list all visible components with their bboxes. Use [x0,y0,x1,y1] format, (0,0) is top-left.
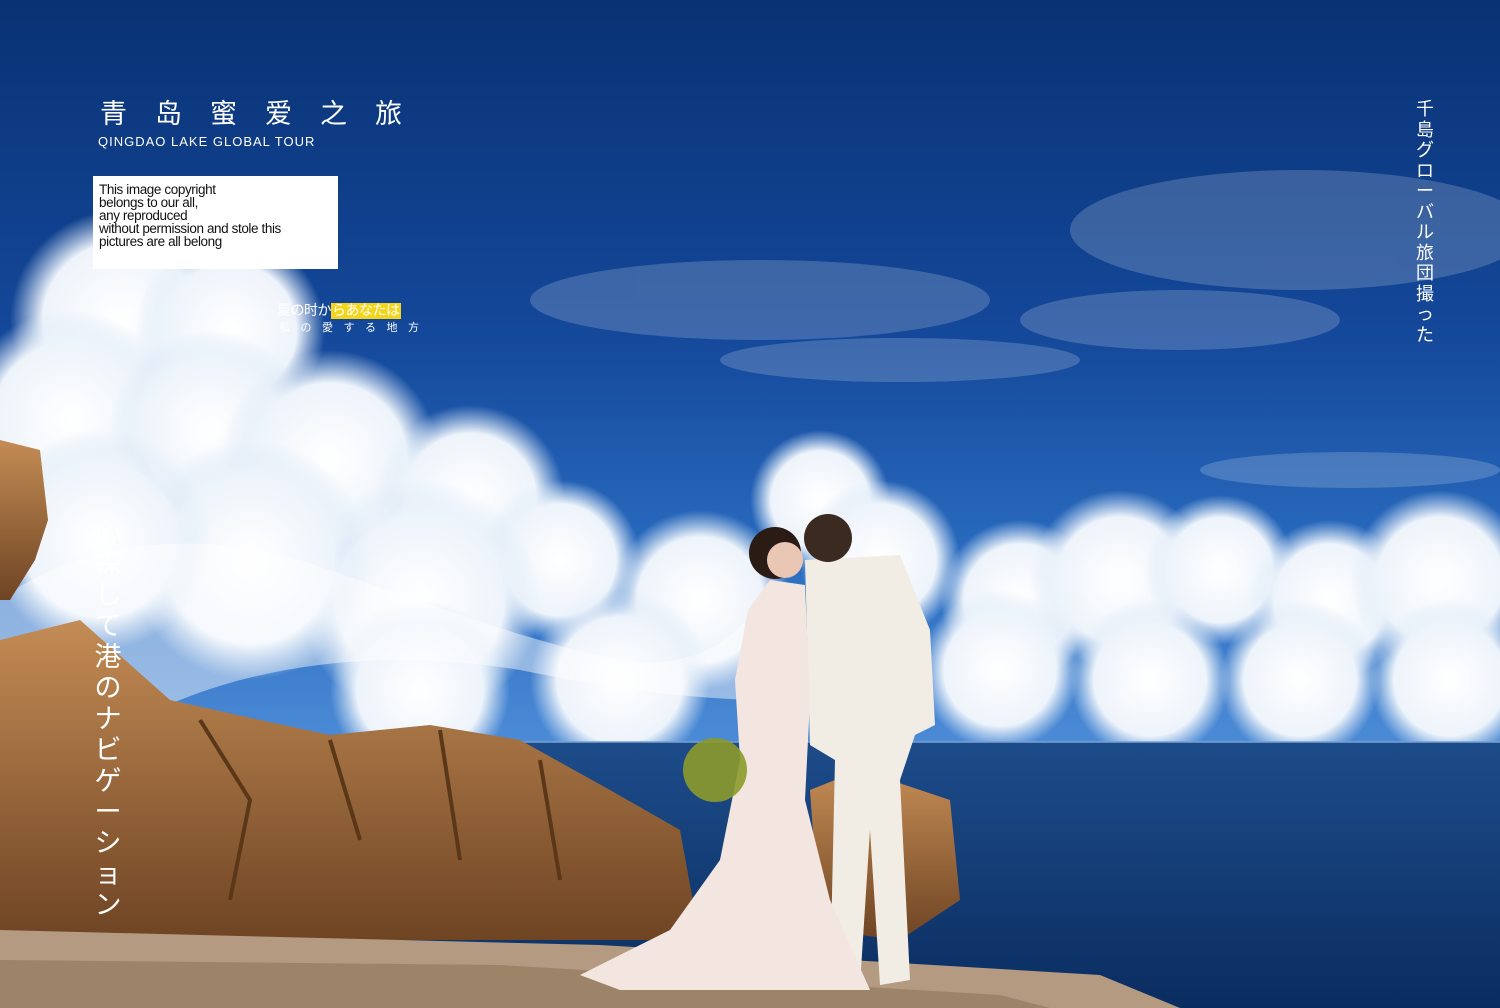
wedding-photo-scene [0,0,1500,1008]
vertical-glyph: し [94,580,122,611]
tagline-highlight: らあなたは [331,303,401,319]
vertical-glyph: ナ [94,704,122,735]
vertical-glyph: 港 [94,642,122,673]
vertical-glyph: の [94,673,122,704]
vertical-glyph: 団 [1416,263,1434,284]
vertical-glyph: ー [94,797,122,828]
vertical-glyph: ン [94,890,122,921]
vertical-glyph: ビ [94,735,122,766]
copyright-line: pictures are all belong [99,234,222,249]
vertical-caption-right: 千島グローバル旅団撮った [1413,99,1437,346]
vertical-glyph: シ [94,828,122,859]
title-english: QINGDAO LAKE GLOBAL TOUR [98,134,316,149]
vertical-glyph: て [94,611,122,642]
vertical-glyph: ー [1416,181,1434,202]
title-chinese: 青岛蜜爱之旅 [100,99,430,130]
vertical-glyph: た [1416,324,1434,346]
vertical-glyph: グ [1416,140,1434,161]
copyright-notice: This image copyright belongs to our all,… [93,176,338,269]
vertical-caption-left: 心探して港のナビゲーション [91,518,125,921]
tagline-line1: 夏の时からあなたは [277,300,401,320]
vertical-glyph: 撮 [1416,283,1434,305]
vertical-glyph: ョ [94,859,122,890]
vertical-glyph: 探 [94,549,122,580]
vertical-glyph: 島 [1416,119,1434,141]
vertical-glyph: 心 [94,518,122,549]
vertical-glyph: バ [1416,201,1434,223]
vertical-glyph: ル [1416,222,1434,243]
tagline-line2: 私の愛する地方 [279,321,430,334]
vertical-glyph: っ [1416,304,1434,325]
vertical-glyph: 旅 [1416,242,1434,264]
vertical-glyph: ゲ [94,766,122,797]
vertical-glyph: 千 [1416,99,1434,120]
tagline-plain: 夏の时か [277,303,332,319]
vertical-glyph: ロ [1416,160,1434,182]
bouquet [683,738,747,802]
